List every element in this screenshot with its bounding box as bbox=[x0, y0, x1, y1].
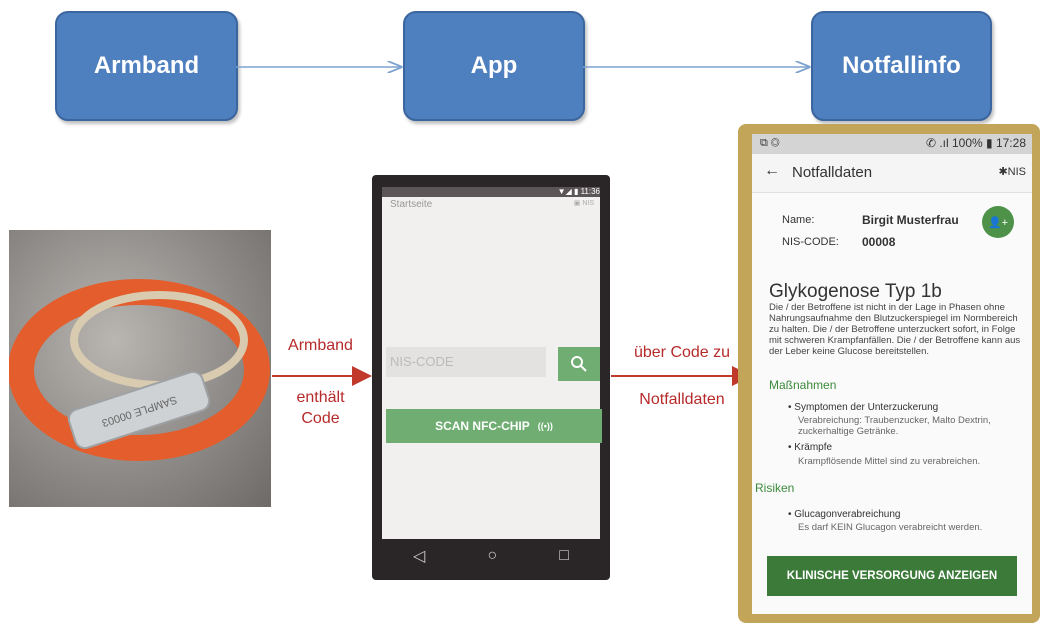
search-icon bbox=[571, 356, 587, 372]
phone-app: ▼◢ ▮ 11:36 Startseite ▣ NIS NIS-CODE SCA… bbox=[372, 175, 610, 580]
measure-2-detail: Krampflösende Mittel sind zu verabreiche… bbox=[798, 456, 981, 467]
phone-notfalldaten-statusbar: ⧉ ◎ ✆ .ıl 100% ▮ 17:28 bbox=[752, 134, 1032, 154]
phone-app-navbar: ◁ ○ □ bbox=[382, 539, 600, 573]
scan-nfc-chip-label: SCAN NFC-CHIP bbox=[435, 419, 530, 433]
label-enthaelt-code: enthält Code bbox=[278, 387, 363, 429]
phone-notfalldaten-screen: ⧉ ◎ ✆ .ıl 100% ▮ 17:28 ← Notfalldaten ✱N… bbox=[752, 134, 1032, 614]
phone-app-screen: ▼◢ ▮ 11:36 Startseite ▣ NIS NIS-CODE SCA… bbox=[382, 187, 602, 539]
clinical-care-button[interactable]: KLINISCHE VERSORGUNG ANZEIGEN bbox=[767, 556, 1017, 596]
bracelet-illustration: SAMPLE 00003 bbox=[9, 279, 270, 461]
nis-brand: ✱NIS bbox=[998, 166, 1026, 178]
scan-nfc-chip-button[interactable]: SCAN NFC-CHIP ((•)) bbox=[386, 409, 602, 443]
measure-2-title-text: Krämpfe bbox=[794, 442, 833, 453]
risk-1-detail: Es darf KEIN Glucagon verabreicht werden… bbox=[798, 522, 983, 533]
search-button[interactable] bbox=[558, 347, 600, 381]
diagnosis-description: Die / der Betroffene ist nicht in der La… bbox=[769, 302, 1021, 357]
label-notfalldaten: Notfalldaten bbox=[618, 391, 746, 409]
nis-code-label: NIS-CODE: bbox=[782, 236, 839, 248]
nav-back-icon[interactable]: ◁ bbox=[413, 546, 425, 566]
label-ueber-code-line: über Code zu bbox=[633, 344, 731, 361]
label-enthaelt-line: enthält bbox=[296, 389, 345, 406]
label-notfalldaten-line: Notfalldaten bbox=[639, 391, 725, 408]
phone-app-corner: ▣ NIS bbox=[573, 200, 594, 207]
name-value: Birgit Musterfrau bbox=[862, 213, 959, 227]
add-contact-button[interactable]: 👤+ bbox=[982, 206, 1014, 238]
label-ueber-code: über Code zu bbox=[618, 344, 746, 362]
measure-2-title: • Krämpfe bbox=[788, 442, 833, 453]
nis-code-input[interactable]: NIS-CODE bbox=[386, 347, 546, 377]
risk-1-title: • Glucagonverabreichung bbox=[788, 509, 901, 520]
nis-code-value: 00008 bbox=[862, 235, 896, 249]
measure-1-title: • Symptomen der Unterzuckerung bbox=[788, 402, 939, 413]
phone-app-status-time: ▼◢ ▮ 11:36 bbox=[557, 187, 600, 196]
label-armband-line: Armband bbox=[288, 337, 353, 354]
notfalldaten-appbar: ← Notfalldaten ✱NIS bbox=[752, 154, 1032, 193]
add-person-icon: 👤+ bbox=[987, 216, 1009, 229]
nav-recent-icon[interactable]: □ bbox=[559, 547, 569, 565]
phone-app-title: Startseite bbox=[390, 199, 433, 210]
label-code-line: Code bbox=[301, 410, 340, 427]
name-label: Name: bbox=[782, 214, 815, 226]
measures-heading: Maßnahmen bbox=[769, 378, 837, 392]
notfalldaten-title: Notfalldaten bbox=[792, 164, 873, 181]
status-left-icons: ⧉ ◎ bbox=[760, 137, 780, 149]
risk-1-title-text: Glucagonverabreichung bbox=[794, 509, 901, 520]
risks-heading: Risiken bbox=[755, 481, 795, 495]
back-arrow-icon[interactable]: ← bbox=[764, 162, 780, 180]
measure-1-detail: Verabreichung: Traubenzucker, Malto Dext… bbox=[798, 415, 991, 437]
phone-app-statusbar: ▼◢ ▮ 11:36 bbox=[382, 187, 600, 197]
measure-1-title-text: Symptomen der Unterzuckerung bbox=[794, 402, 939, 413]
phone-notfalldaten: ⧉ ◎ ✆ .ıl 100% ▮ 17:28 ← Notfalldaten ✱N… bbox=[738, 124, 1040, 623]
nav-home-icon[interactable]: ○ bbox=[487, 547, 497, 565]
status-right-info: ✆ .ıl 100% ▮ 17:28 bbox=[925, 136, 1026, 150]
nfc-icon: ((•)) bbox=[537, 421, 553, 431]
bracelet-photo: SAMPLE 00003 bbox=[9, 230, 271, 507]
diagnosis-title: Glykogenose Typ 1b bbox=[769, 281, 942, 302]
label-armband: Armband bbox=[278, 337, 363, 355]
